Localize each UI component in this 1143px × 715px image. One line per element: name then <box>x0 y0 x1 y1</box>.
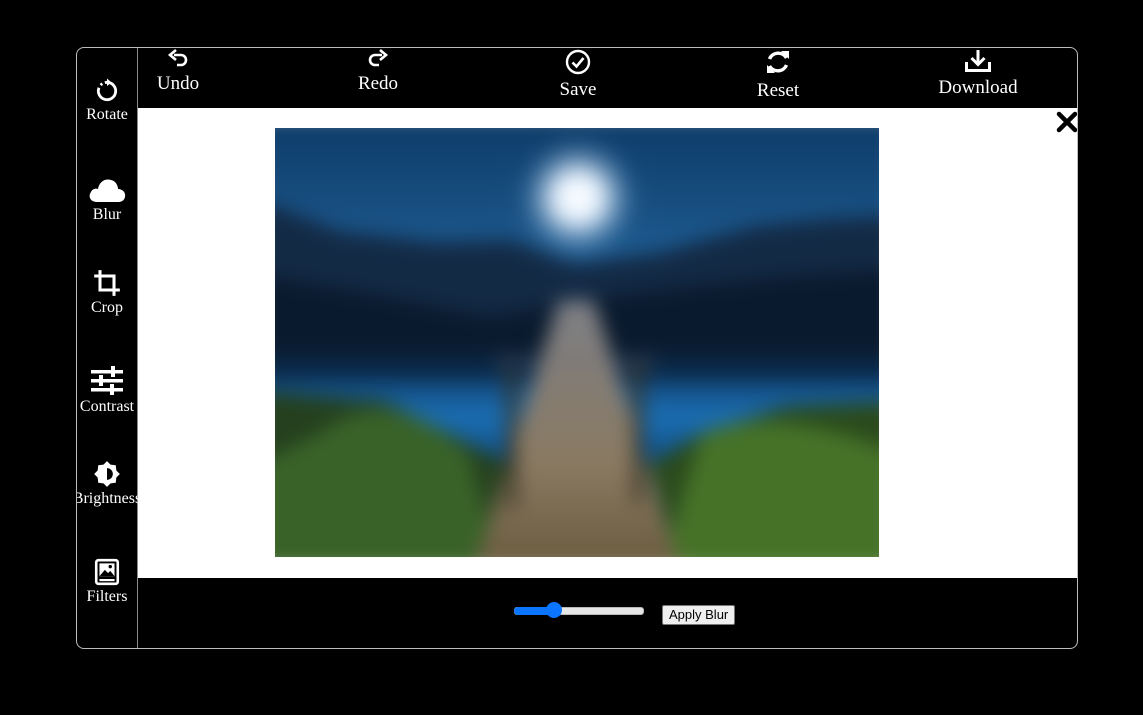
sidebar-item-filters[interactable]: Filters <box>77 558 137 606</box>
sidebar-item-label: Brightness <box>76 490 142 507</box>
brightness-icon <box>93 460 121 488</box>
apply-blur-button[interactable]: Apply Blur <box>662 605 736 625</box>
sidebar-item-label: Filters <box>86 588 128 605</box>
sidebar-item-label: Rotate <box>86 106 128 123</box>
cloud-icon <box>87 174 127 204</box>
blur-controls: Apply Blur <box>138 578 1077 648</box>
undo-button[interactable]: Undo <box>118 49 238 94</box>
redo-button[interactable]: Redo <box>318 49 438 94</box>
reset-label: Reset <box>756 80 800 101</box>
toolbar: Undo Redo Save Reset Download <box>138 48 1077 108</box>
sidebar-item-contrast[interactable]: Contrast <box>77 366 137 416</box>
slider-thumb[interactable] <box>546 602 562 618</box>
download-label: Download <box>938 77 1018 98</box>
sliders-icon <box>91 366 123 396</box>
sidebar-item-crop[interactable]: Crop <box>77 269 137 317</box>
refresh-icon <box>764 48 792 81</box>
rotate-icon <box>94 78 120 104</box>
close-icon[interactable] <box>1055 110 1077 134</box>
sidebar-item-label: Crop <box>91 299 123 316</box>
download-button[interactable]: Download <box>918 49 1038 98</box>
redo-icon <box>367 49 389 74</box>
image-canvas <box>138 108 1077 578</box>
image-icon <box>94 558 120 586</box>
sidebar-item-label: Contrast <box>79 398 135 415</box>
undo-label: Undo <box>156 73 200 94</box>
undo-icon <box>167 49 189 74</box>
reset-button[interactable]: Reset <box>718 48 838 101</box>
edited-image <box>275 128 879 557</box>
sidebar-item-blur[interactable]: Blur <box>77 174 137 224</box>
crop-icon <box>93 269 121 297</box>
save-button[interactable]: Save <box>518 49 638 100</box>
blur-slider[interactable] <box>514 601 644 619</box>
sidebar: Rotate Blur Crop Contrast Brightness Fil… <box>77 48 141 648</box>
redo-label: Redo <box>357 73 399 94</box>
download-icon <box>964 49 992 78</box>
image-editor: Rotate Blur Crop Contrast Brightness Fil… <box>76 47 1078 649</box>
check-circle-icon <box>565 49 591 80</box>
save-label: Save <box>559 79 597 100</box>
sidebar-item-label: Blur <box>92 206 122 223</box>
sidebar-item-brightness[interactable]: Brightness <box>77 460 141 508</box>
